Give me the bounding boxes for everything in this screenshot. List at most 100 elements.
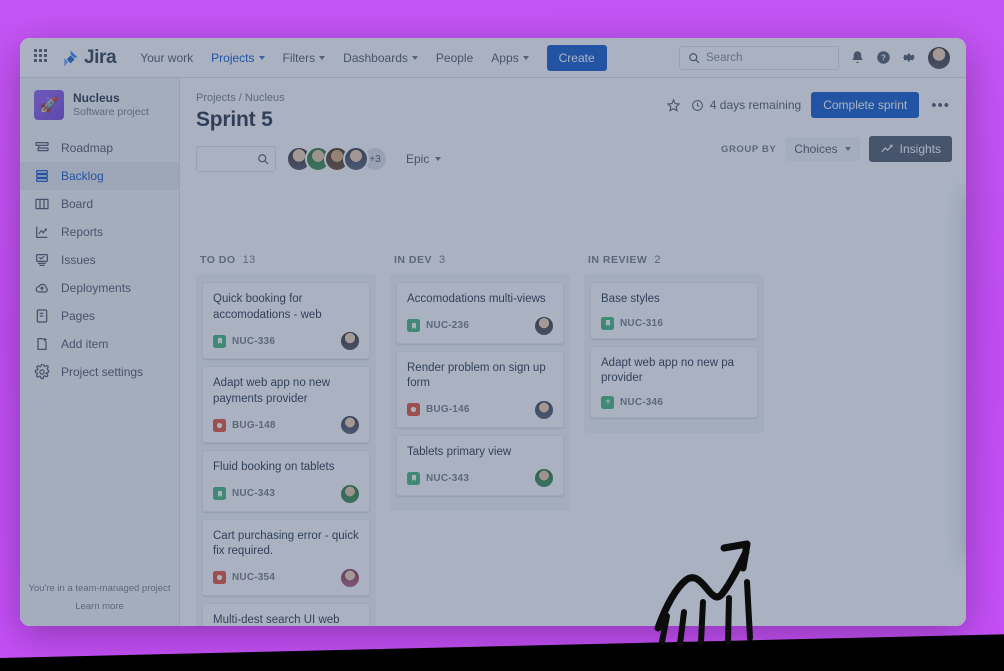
avatar[interactable]: [343, 146, 369, 172]
nav-item-dashboards[interactable]: Dashboards: [335, 45, 426, 71]
more-options-button[interactable]: •••: [929, 97, 952, 114]
card-footer: NUC-354: [213, 568, 359, 587]
sidebar-item-label: Project settings: [61, 365, 144, 379]
issue-type-story-icon: [213, 487, 226, 501]
learn-more-link[interactable]: Learn more: [20, 598, 179, 616]
assignee-avatar-stack[interactable]: +3: [286, 146, 388, 172]
insights-button-label: Insights: [899, 142, 941, 156]
sidebar-item-label: Board: [61, 197, 94, 211]
global-search-input[interactable]: Search: [679, 45, 839, 70]
jira-logo-text: Jira: [84, 46, 117, 68]
top-navigation-bar: Jira Your work Projects Filters Dashboar…: [20, 38, 966, 83]
sidebar-item-board[interactable]: Board: [20, 190, 179, 218]
global-search-placeholder: Search: [706, 51, 743, 64]
column-body: Accomodations multi-views NUC-236 Render…: [390, 274, 570, 512]
board-card[interactable]: Accomodations multi-views NUC-236: [396, 282, 564, 344]
settings-gear-icon[interactable]: [902, 50, 917, 65]
sidebar-item-label: Pages: [61, 309, 96, 323]
column-name: IN REVIEW: [588, 254, 648, 266]
issue-key[interactable]: NUC-236: [426, 320, 469, 331]
sidebar-item-pages[interactable]: Pages: [20, 302, 179, 330]
board-card[interactable]: Fluid booking on tablets NUC-343: [202, 450, 370, 512]
user-avatar[interactable]: [928, 46, 950, 69]
sidebar-item-label: Reports: [61, 225, 104, 239]
issue-key[interactable]: NUC-336: [232, 336, 275, 347]
avatar[interactable]: [341, 568, 359, 587]
board-card[interactable]: Adapt web app no new pa provider NUC-346: [590, 345, 758, 418]
board-card[interactable]: Quick booking for accomodations - web NU…: [202, 282, 370, 360]
sidebar-item-project-settings[interactable]: Project settings: [20, 358, 179, 386]
card-title: Render problem on sign up form: [407, 361, 546, 390]
sidebar-item-add-item[interactable]: Add item: [20, 330, 179, 358]
card-title: Quick booking for accomodations - web: [213, 293, 322, 321]
nav-item-filters[interactable]: Filters: [275, 45, 334, 71]
insights-button[interactable]: Insights: [868, 136, 952, 162]
help-icon[interactable]: ?: [876, 50, 891, 65]
sidebar-item-reports[interactable]: Reports: [20, 218, 179, 246]
nav-item-your-work[interactable]: Your work: [132, 45, 201, 71]
sidebar-footer: You're in a team-managed project Learn m…: [20, 580, 179, 616]
board-card[interactable]: Base styles NUC-316: [590, 282, 758, 339]
nav-item-people[interactable]: People: [428, 45, 481, 71]
avatar[interactable]: [535, 316, 553, 335]
card-title: Adapt web app no new payments provider: [213, 377, 331, 405]
chevron-down-icon: [522, 55, 529, 60]
board-card[interactable]: Tablets primary view NUC-343: [396, 434, 564, 497]
column-body: Quick booking for accomodations - web NU…: [196, 274, 376, 626]
svg-text:?: ?: [881, 54, 886, 63]
nav-label: Apps: [491, 50, 519, 65]
jira-logo-icon: [62, 49, 80, 67]
jira-logo[interactable]: Jira: [62, 46, 117, 69]
epic-filter-dropdown[interactable]: Epic: [398, 147, 449, 171]
issue-type-story-icon: [601, 395, 614, 409]
star-icon[interactable]: [666, 97, 681, 113]
issue-key[interactable]: NUC-354: [232, 572, 275, 583]
board-column-in-review: IN REVIEW 2 Base styles NUC-316 Adapt we…: [584, 248, 764, 626]
avatar[interactable]: [341, 484, 359, 503]
sidebar-item-label: Backlog: [61, 169, 104, 183]
deployments-icon: [35, 283, 48, 293]
column-body: Base styles NUC-316 Adapt web app no new…: [584, 274, 764, 433]
notification-bell-icon[interactable]: [850, 50, 865, 65]
issue-type-story-icon: [407, 471, 420, 485]
board-card[interactable]: Render problem on sign up form BUG-146: [396, 350, 564, 428]
issue-key[interactable]: NUC-346: [620, 397, 663, 408]
create-button[interactable]: Create: [546, 44, 607, 71]
sidebar-item-deployments[interactable]: Deployments: [20, 274, 179, 302]
board-card[interactable]: Cart purchasing error - quick fix requir…: [202, 518, 370, 596]
sidebar-item-issues[interactable]: Issues: [20, 246, 179, 274]
nav-item-projects[interactable]: Projects: [203, 45, 272, 83]
insights-chart-icon: [880, 144, 893, 153]
card-title: Fluid booking on tablets: [213, 461, 335, 474]
sidebar-item-backlog[interactable]: Backlog: [20, 162, 179, 190]
group-by-dropdown[interactable]: Choices: [785, 137, 860, 161]
board-card[interactable]: Adapt web app no new payments provider B…: [202, 366, 370, 444]
avatar[interactable]: [341, 332, 359, 351]
avatar[interactable]: [535, 400, 553, 419]
column-name: TO DO: [200, 254, 236, 266]
card-footer: NUC-346: [601, 395, 747, 409]
avatar[interactable]: [535, 469, 553, 488]
column-header: IN DEV 3: [390, 248, 570, 274]
nav-item-apps[interactable]: Apps: [483, 45, 536, 71]
add-item-icon: [37, 338, 47, 350]
project-header[interactable]: Nucleus Software project: [20, 90, 179, 134]
settings-gear-icon: [34, 364, 50, 380]
complete-sprint-button[interactable]: Complete sprint: [811, 92, 920, 118]
issue-key[interactable]: NUC-343: [232, 488, 275, 499]
board-card[interactable]: Multi-dest search UI web NUC-338: [202, 602, 370, 626]
chevron-down-icon: [319, 55, 326, 60]
card-title: Cart purchasing error - quick fix requir…: [213, 529, 359, 558]
days-remaining-label: 4 days remaining: [709, 98, 802, 112]
avatar[interactable]: [341, 416, 359, 435]
issue-key[interactable]: NUC-316: [620, 318, 663, 329]
chevron-down-icon: [411, 55, 418, 60]
screenshot-stage: Jira Your work Projects Filters Dashboar…: [0, 0, 1004, 671]
issue-type-bug-icon: [213, 571, 226, 585]
apps-grid-icon[interactable]: [34, 48, 52, 67]
board-search-input[interactable]: [196, 146, 276, 172]
sidebar-item-roadmap[interactable]: Roadmap: [20, 134, 179, 162]
issue-key[interactable]: BUG-148: [232, 420, 276, 431]
issue-key[interactable]: NUC-343: [426, 473, 469, 484]
issue-key[interactable]: BUG-146: [426, 404, 470, 415]
